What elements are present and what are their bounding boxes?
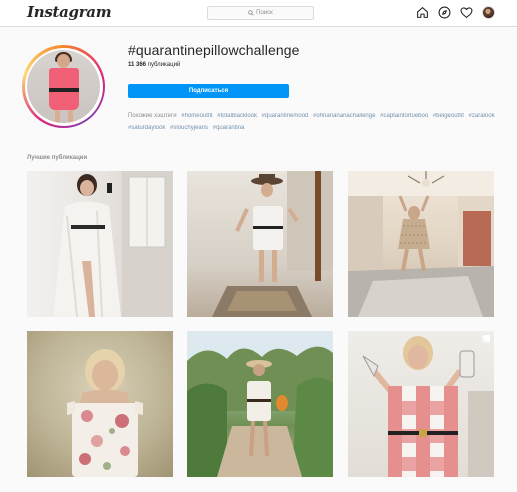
post-thumbnail[interactable] [348,171,494,317]
follow-button[interactable]: Подписаться [128,84,289,98]
nav-icons [416,6,495,19]
top-nav-bar: Instagram Поиск [0,0,517,27]
post-photo [348,171,494,317]
home-icon[interactable] [416,6,429,19]
related-tag[interactable]: #quarantina [213,125,245,131]
search-icon [248,10,254,16]
search-placeholder: Поиск [256,10,273,16]
post-photo [362,336,494,477]
post-count-number: 11 366 [128,62,147,68]
instagram-logo[interactable]: Instagram [27,3,112,21]
post-photo [187,331,333,477]
post-thumbnail[interactable] [27,331,173,477]
search-input[interactable]: Поиск [207,6,314,20]
explore-icon[interactable] [438,6,451,19]
profile-avatar[interactable] [482,6,495,19]
post-photo [212,171,333,317]
post-thumbnail[interactable] [187,331,333,477]
hashtag-title: #quarantinepillowchallenge [128,42,300,58]
related-hashtags-label: Похожие хэштеги [128,113,177,119]
hashtag-avatar-photo [27,50,100,123]
post-thumbnail[interactable] [27,171,173,317]
heart-icon[interactable] [460,6,473,19]
post-count-label: публикаций [147,62,181,68]
post-thumbnail[interactable] [348,331,494,477]
related-tag[interactable]: #totalblacklook [217,113,257,119]
related-tag[interactable]: #captaintortueboo [380,113,428,119]
post-thumbnail[interactable] [187,171,333,317]
hashtag-avatar [22,45,105,128]
related-tag[interactable]: #zaralook [469,113,495,119]
related-tag[interactable]: #homeoutfit [181,113,212,119]
related-tag[interactable]: #beigeoutfit [433,113,464,119]
top-posts-title: Лучшие публикации [27,155,88,161]
post-count: 11 366 публикаций [128,62,180,68]
related-tag[interactable]: #slouchyjeans [170,125,208,131]
multiple-posts-icon [482,335,490,343]
hashtag-header: #quarantinepillowchallenge 11 366 публик… [22,42,502,142]
post-photo [67,349,143,477]
related-hashtags: Похожие хэштеги #homeoutfit #totalblackl… [128,110,503,134]
related-tag[interactable]: #saturdaylook [128,125,165,131]
post-photo [53,171,173,317]
related-tag[interactable]: #ohnanananachallenge [313,113,375,119]
related-tag[interactable]: #quarantinemood [262,113,309,119]
